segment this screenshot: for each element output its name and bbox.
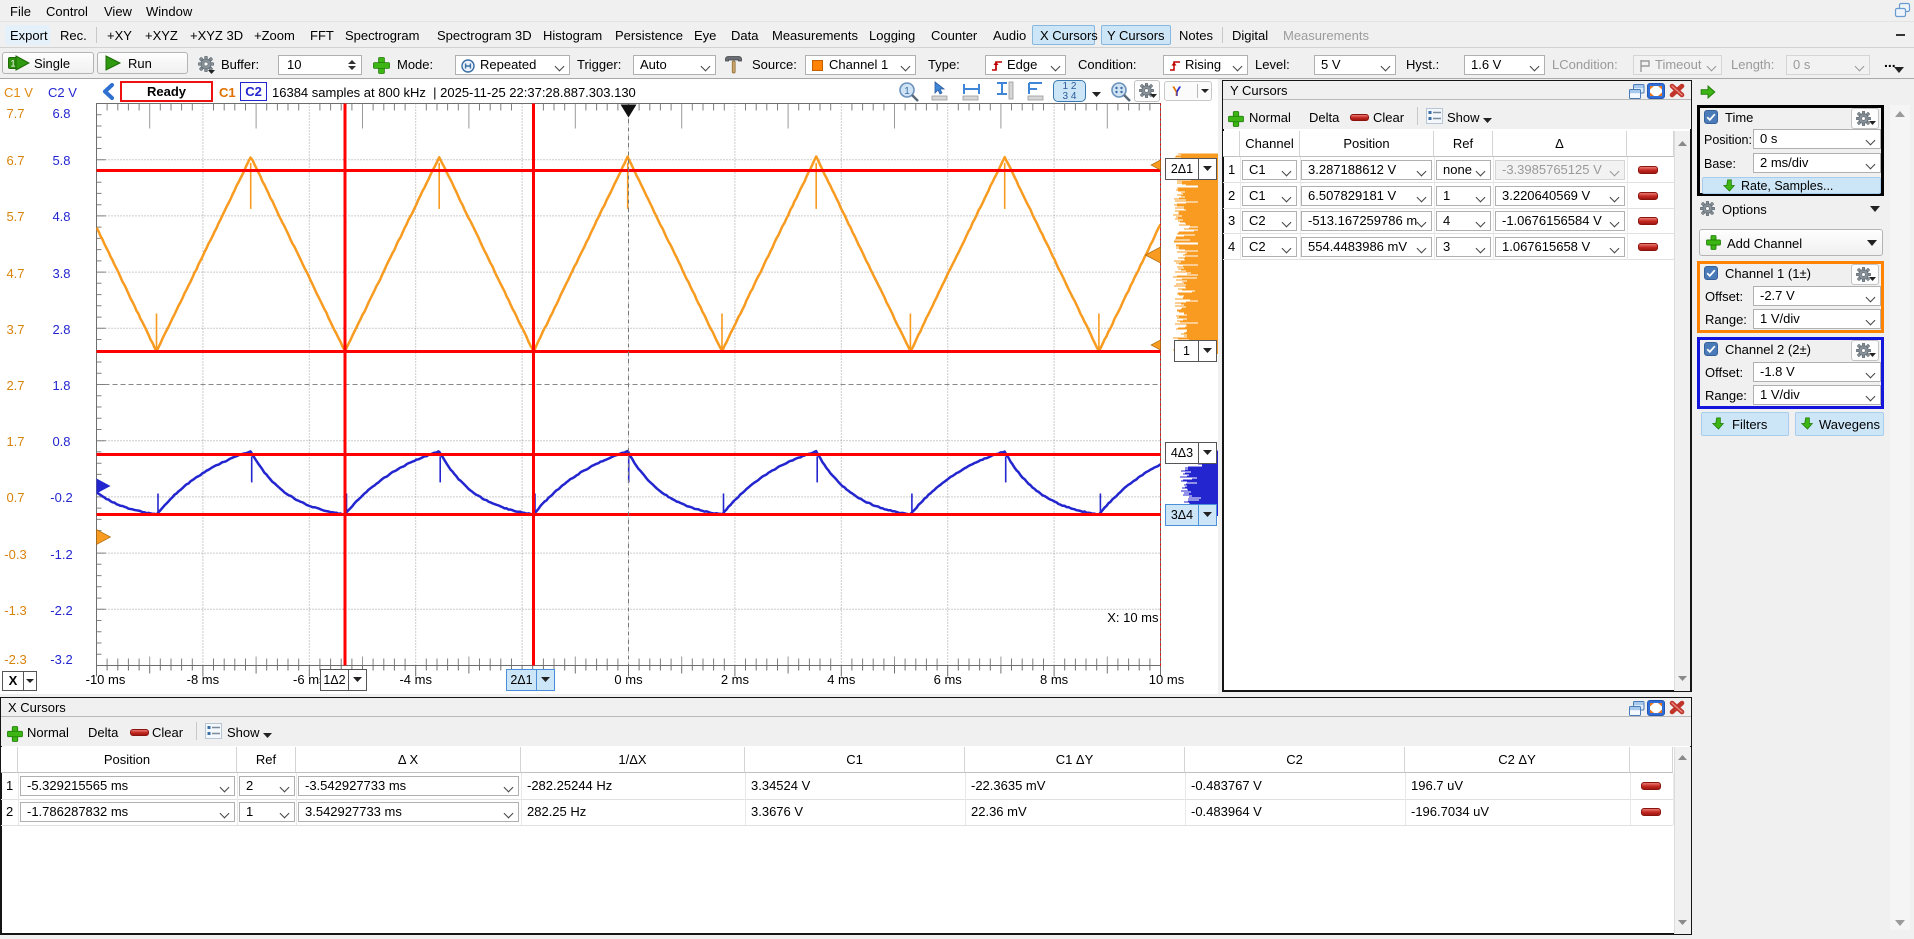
svg-text:8 ms: 8 ms bbox=[1040, 672, 1069, 687]
svg-text:2 ms: 2 ms bbox=[721, 672, 750, 687]
svg-text:0 ms: 0 ms bbox=[614, 672, 643, 687]
svg-text:4 ms: 4 ms bbox=[827, 672, 856, 687]
svg-text:6 ms: 6 ms bbox=[934, 672, 963, 687]
svg-text:-10 ms: -10 ms bbox=[86, 672, 126, 687]
svg-text:-8 ms: -8 ms bbox=[187, 672, 220, 687]
svg-text:10 ms: 10 ms bbox=[1149, 672, 1185, 687]
svg-text:1: 1 bbox=[10, 59, 15, 69]
svg-text:-4 ms: -4 ms bbox=[399, 672, 432, 687]
svg-text:X: 10 ms: X: 10 ms bbox=[1107, 610, 1159, 625]
